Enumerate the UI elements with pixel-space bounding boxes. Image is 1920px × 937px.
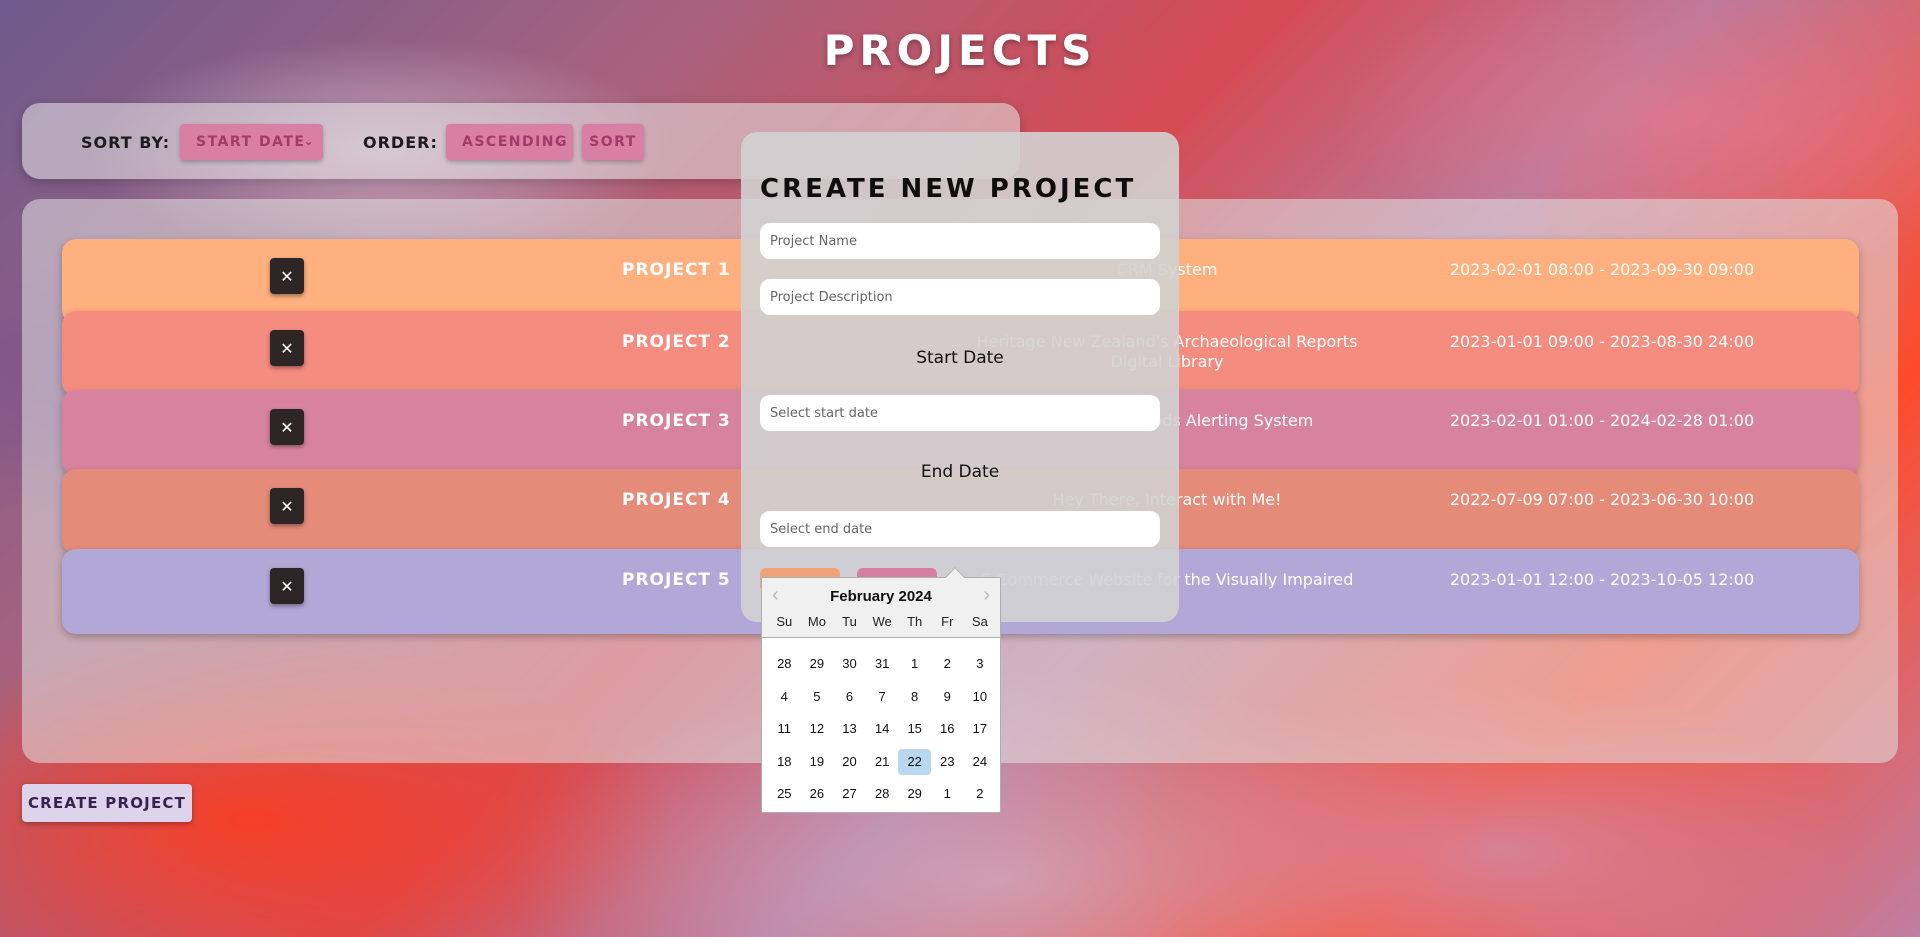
date-picker-day[interactable]: 21 <box>866 749 899 775</box>
delete-project-button[interactable]: ✕ <box>270 568 304 604</box>
date-picker-day[interactable]: 28 <box>866 781 899 807</box>
date-picker-day[interactable]: 9 <box>931 684 964 710</box>
date-picker-week: 25 26 27 28 29 1 2 <box>768 778 996 811</box>
sort-by-label: SORT BY: <box>81 133 171 152</box>
delete-project-button[interactable]: ✕ <box>270 330 304 366</box>
date-picker-day[interactable]: 4 <box>768 684 801 710</box>
date-picker-day[interactable]: 29 <box>801 651 834 677</box>
date-picker-day[interactable]: 7 <box>866 684 899 710</box>
date-grid: 28 29 30 31 1 2 3 4 5 6 7 8 9 10 11 12 13 14 15 16 17 18 19 20 2… <box>768 648 996 811</box>
sort-by-select[interactable]: START DATE ⌄ <box>180 124 323 160</box>
date-picker-day[interactable]: 24 <box>964 749 997 775</box>
delete-project-button[interactable]: ✕ <box>270 488 304 524</box>
date-picker-day[interactable]: 22 <box>898 748 931 775</box>
create-project-button[interactable]: CREATE PROJECT <box>22 784 192 822</box>
project-dates: 2023-01-01 12:00 - 2023-10-05 12:00 <box>1449 570 1755 589</box>
sort-by-value: START DATE <box>196 134 306 150</box>
weekday-header: Mo <box>807 614 826 629</box>
end-date-input[interactable] <box>760 511 1160 547</box>
date-picker-day[interactable]: 11 <box>768 716 801 742</box>
order-select[interactable]: ASCENDING ⌄ <box>446 124 573 160</box>
weekday-header: We <box>872 614 892 629</box>
date-picker-day[interactable]: 3 <box>964 651 997 677</box>
project-dates: 2023-02-01 08:00 - 2023-09-30 09:00 <box>1449 260 1755 279</box>
project-dates: 2023-02-01 01:00 - 2024-02-28 01:00 <box>1449 411 1755 430</box>
weekday-header: Tu <box>842 614 857 629</box>
date-picker-day[interactable]: 16 <box>931 716 964 742</box>
start-date-label: Start Date <box>916 348 1004 368</box>
project-dates: 2022-07-09 07:00 - 2023-06-30 10:00 <box>1449 490 1755 509</box>
sort-button[interactable]: SORT <box>582 124 644 160</box>
close-icon: ✕ <box>280 338 294 358</box>
date-picker-day[interactable]: 15 <box>898 716 931 742</box>
chevron-down-icon: ⌄ <box>303 134 315 148</box>
delete-project-button[interactable]: ✕ <box>270 258 304 294</box>
delete-project-button[interactable]: ✕ <box>270 409 304 445</box>
date-picker-week: 11 12 13 14 15 16 17 <box>768 713 996 746</box>
weekday-header: Th <box>907 614 923 629</box>
date-picker-day[interactable]: 25 <box>768 781 801 807</box>
date-picker-day[interactable]: 29 <box>898 781 931 807</box>
date-picker-week: 4 5 6 7 8 9 10 <box>768 681 996 714</box>
modal-title: CREATE NEW PROJECT <box>760 174 1137 204</box>
date-picker-day[interactable]: 26 <box>801 781 834 807</box>
date-picker-header: ‹ February 2024 › Su Mo Tu We Th Fr Sa <box>762 578 1000 638</box>
date-picker-day[interactable]: 17 <box>964 716 997 742</box>
date-picker-day[interactable]: 19 <box>801 749 834 775</box>
weekday-header: Sa <box>971 614 988 629</box>
next-month-icon[interactable]: › <box>983 584 990 607</box>
start-date-input[interactable] <box>760 395 1160 431</box>
date-picker: ‹ February 2024 › Su Mo Tu We Th Fr Sa 28 29 30 3… <box>761 567 1001 813</box>
date-picker-day[interactable]: 14 <box>866 716 899 742</box>
date-picker-day[interactable]: 5 <box>801 684 834 710</box>
date-picker-day[interactable]: 1 <box>931 781 964 807</box>
date-picker-day[interactable]: 28 <box>768 651 801 677</box>
date-picker-day[interactable]: 8 <box>898 684 931 710</box>
date-picker-month: February 2024 <box>830 588 932 605</box>
date-picker-day[interactable]: 18 <box>768 749 801 775</box>
close-icon: ✕ <box>280 266 294 286</box>
close-icon: ✕ <box>280 576 294 596</box>
date-picker-day[interactable]: 27 <box>833 781 866 807</box>
date-picker-day[interactable]: 1 <box>898 651 931 677</box>
close-icon: ✕ <box>280 496 294 516</box>
weekday-headers: Su Mo Tu We Th Fr Sa <box>768 614 996 629</box>
date-picker-day[interactable]: 23 <box>931 749 964 775</box>
date-picker-day[interactable]: 20 <box>833 749 866 775</box>
project-description-input[interactable] <box>760 279 1160 315</box>
weekday-header: Fr <box>941 614 954 629</box>
create-project-modal: CREATE NEW PROJECT Start Date End Date <box>741 132 1179 622</box>
date-picker-day[interactable]: 30 <box>833 651 866 677</box>
date-picker-day[interactable]: 10 <box>964 684 997 710</box>
date-picker-day[interactable]: 2 <box>931 651 964 677</box>
project-name-input[interactable] <box>760 223 1160 259</box>
date-picker-day[interactable]: 13 <box>833 716 866 742</box>
date-picker-day[interactable]: 31 <box>866 651 899 677</box>
date-picker-week: 28 29 30 31 1 2 3 <box>768 648 996 681</box>
page-title: PROJECTS <box>823 26 1097 75</box>
date-picker-week: 18 19 20 21 22 23 24 <box>768 746 996 779</box>
chevron-down-icon: ⌄ <box>553 134 565 148</box>
date-picker-day[interactable]: 6 <box>833 684 866 710</box>
close-icon: ✕ <box>280 417 294 437</box>
date-picker-day[interactable]: 2 <box>964 781 997 807</box>
end-date-label: End Date <box>920 462 1000 482</box>
order-label: ORDER: <box>363 133 438 152</box>
weekday-header: Su <box>776 614 793 629</box>
date-picker-day[interactable]: 12 <box>801 716 834 742</box>
order-value: ASCENDING <box>462 134 569 150</box>
project-dates: 2023-01-01 09:00 - 2023-08-30 24:00 <box>1449 332 1755 351</box>
